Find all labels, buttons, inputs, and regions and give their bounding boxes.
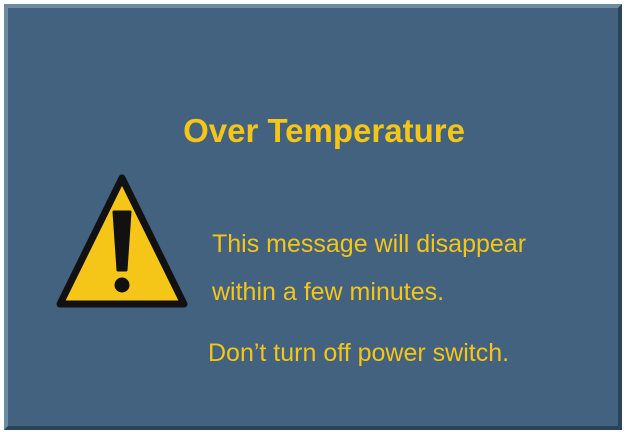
message-line-3: Don’t turn off power switch. bbox=[208, 339, 510, 367]
over-temperature-dialog: Over Temperature This message will disap… bbox=[4, 4, 622, 430]
message-line-2: within a few minutes. bbox=[212, 278, 445, 306]
warning-triangle-icon bbox=[56, 174, 188, 308]
message-line-1: This message will disappear bbox=[212, 230, 527, 258]
dialog-title: Over Temperature bbox=[183, 112, 465, 149]
